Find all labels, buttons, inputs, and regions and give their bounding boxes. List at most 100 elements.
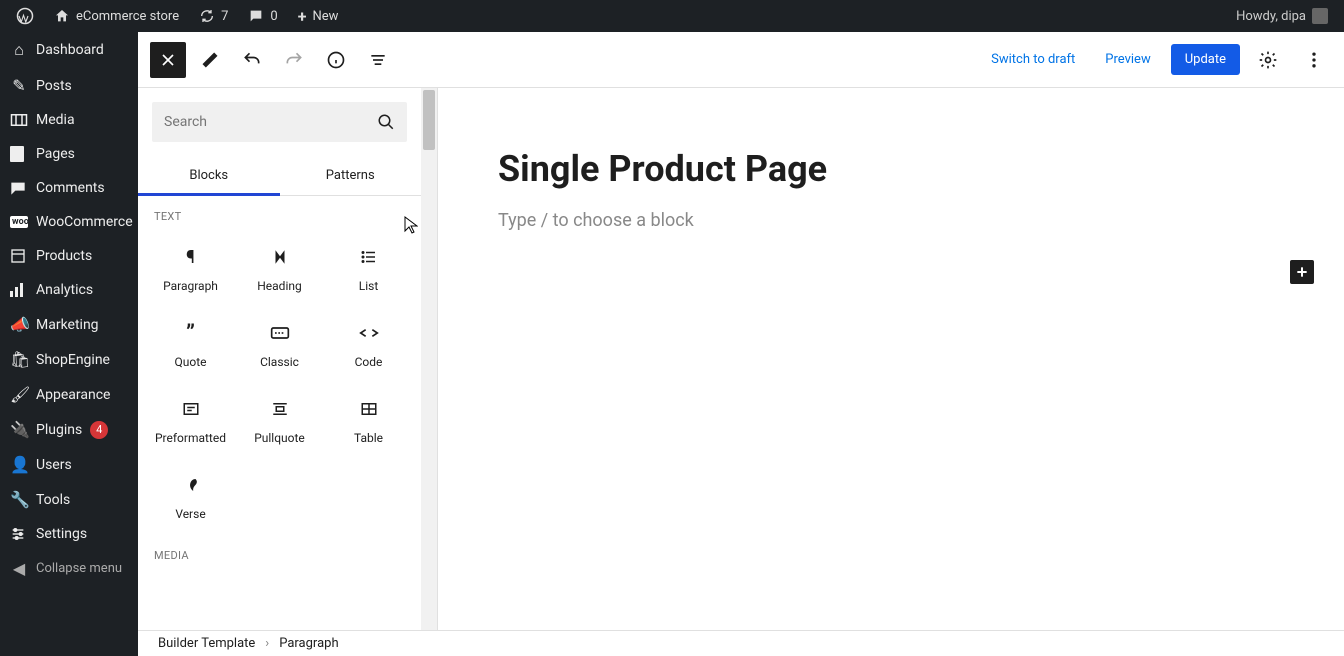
details-button[interactable]	[318, 42, 354, 78]
editor-toolbar: Switch to draft Preview Update	[138, 32, 1344, 88]
plugins-badge: 4	[90, 421, 108, 439]
sidebar-item-media[interactable]: Media	[0, 103, 138, 137]
admin-bar: eCommerce store 7 0 + New Howdy, dipa	[0, 0, 1344, 32]
sidebar-item-comments[interactable]: Comments	[0, 171, 138, 205]
page-title[interactable]: Single Product Page	[498, 148, 1284, 190]
classic-icon	[270, 321, 290, 345]
sidebar-item-posts[interactable]: ✎Posts	[0, 68, 138, 103]
inserter-scrollbar[interactable]	[421, 88, 437, 630]
list-view-icon	[368, 50, 388, 70]
analytics-icon	[10, 283, 28, 297]
scrollbar-thumb[interactable]	[423, 90, 435, 150]
new-link[interactable]: + New	[290, 0, 347, 32]
gear-icon	[1258, 50, 1278, 70]
outline-button[interactable]	[360, 42, 396, 78]
sidebar-item-collapse[interactable]: ◀Collapse menu	[0, 551, 138, 586]
chevron-right-icon: ›	[265, 636, 269, 651]
quote-icon: ”	[186, 321, 195, 345]
block-classic[interactable]: Classic	[235, 307, 324, 383]
sidebar-item-woocommerce[interactable]: wooWooCommerce	[0, 205, 138, 239]
table-icon	[360, 397, 378, 421]
section-media: MEDIA	[138, 535, 421, 570]
updates-link[interactable]: 7	[191, 0, 236, 32]
add-block-button[interactable]	[1290, 260, 1314, 284]
list-icon	[360, 245, 378, 269]
sidebar-item-marketing[interactable]: 📣Marketing	[0, 307, 138, 342]
sidebar-item-tools[interactable]: 🔧Tools	[0, 482, 138, 517]
sidebar-item-appearance[interactable]: 🖌Appearance	[0, 377, 138, 412]
editor-canvas[interactable]: Single Product Page Type / to choose a b…	[438, 88, 1344, 630]
editor: Switch to draft Preview Update	[138, 32, 1344, 656]
breadcrumb-item[interactable]: Paragraph	[279, 636, 338, 651]
block-verse[interactable]: Verse	[146, 459, 235, 535]
wp-logo[interactable]	[8, 0, 42, 32]
verse-icon	[182, 473, 200, 497]
user-menu[interactable]: Howdy, dipa	[1228, 8, 1336, 24]
search-input-wrap[interactable]	[152, 102, 407, 142]
sidebar-item-plugins[interactable]: 🔌Plugins4	[0, 412, 138, 447]
undo-icon	[242, 50, 262, 70]
greeting: Howdy, dipa	[1236, 9, 1306, 24]
update-button[interactable]: Update	[1171, 44, 1240, 75]
plus-icon	[1294, 264, 1310, 280]
preformatted-icon	[182, 397, 200, 421]
site-link[interactable]: eCommerce store	[46, 0, 187, 32]
breadcrumb: Builder Template › Paragraph	[138, 630, 1344, 656]
more-button[interactable]	[1296, 42, 1332, 78]
block-list[interactable]: List	[324, 231, 413, 307]
sidebar-item-settings[interactable]: Settings	[0, 517, 138, 551]
settings-button[interactable]	[1250, 42, 1286, 78]
edit-mode-button[interactable]	[192, 42, 228, 78]
wordpress-icon	[16, 7, 34, 25]
breadcrumb-item[interactable]: Builder Template	[158, 636, 255, 651]
info-icon	[326, 50, 346, 70]
inserter-tabs: Blocks Patterns	[138, 156, 421, 196]
comments-count: 0	[270, 9, 277, 24]
products-icon	[10, 248, 28, 264]
sidebar-item-dashboard[interactable]: ⌂Dashboard	[0, 32, 138, 68]
preview-button[interactable]: Preview	[1095, 46, 1160, 73]
paragraph-icon: ¶	[186, 245, 195, 269]
more-icon	[1304, 50, 1324, 70]
sidebar-item-users[interactable]: 👤Users	[0, 447, 138, 482]
redo-icon	[284, 50, 304, 70]
search-icon	[377, 113, 395, 131]
switch-to-draft-button[interactable]: Switch to draft	[981, 46, 1085, 73]
tools-icon: 🔧	[10, 490, 28, 509]
media-icon	[10, 113, 28, 127]
comments-icon	[10, 181, 28, 195]
block-table[interactable]: Table	[324, 383, 413, 459]
avatar	[1312, 8, 1328, 24]
plugins-icon: 🔌	[10, 420, 28, 439]
block-code[interactable]: Code	[324, 307, 413, 383]
users-icon: 👤	[10, 455, 28, 474]
home-icon	[54, 8, 70, 24]
sidebar-item-shopengine[interactable]: 🛍ShopEngine	[0, 342, 138, 377]
sidebar-item-pages[interactable]: Pages	[0, 137, 138, 171]
block-placeholder[interactable]: Type / to choose a block	[498, 210, 1284, 231]
search-input[interactable]	[164, 114, 377, 130]
close-inserter-button[interactable]	[150, 42, 186, 78]
comment-icon	[248, 8, 264, 24]
tab-patterns[interactable]: Patterns	[280, 156, 422, 195]
plus-icon: +	[298, 7, 307, 26]
updates-count: 7	[221, 9, 228, 24]
block-inserter: Blocks Patterns TEXT ¶Paragraph Heading …	[138, 88, 438, 630]
close-icon	[158, 50, 178, 70]
collapse-icon: ◀	[10, 559, 28, 578]
woo-icon: woo	[10, 216, 28, 228]
block-heading[interactable]: Heading	[235, 231, 324, 307]
tab-blocks[interactable]: Blocks	[138, 156, 280, 195]
undo-button[interactable]	[234, 42, 270, 78]
megaphone-icon: 📣	[10, 315, 28, 334]
redo-button[interactable]	[276, 42, 312, 78]
comments-link[interactable]: 0	[240, 0, 285, 32]
sidebar-item-products[interactable]: Products	[0, 239, 138, 273]
block-pullquote[interactable]: Pullquote	[235, 383, 324, 459]
block-paragraph[interactable]: ¶Paragraph	[146, 231, 235, 307]
block-quote[interactable]: ”Quote	[146, 307, 235, 383]
sidebar-item-analytics[interactable]: Analytics	[0, 273, 138, 307]
new-label: New	[312, 9, 338, 24]
block-preformatted[interactable]: Preformatted	[146, 383, 235, 459]
dashboard-icon: ⌂	[10, 40, 28, 60]
